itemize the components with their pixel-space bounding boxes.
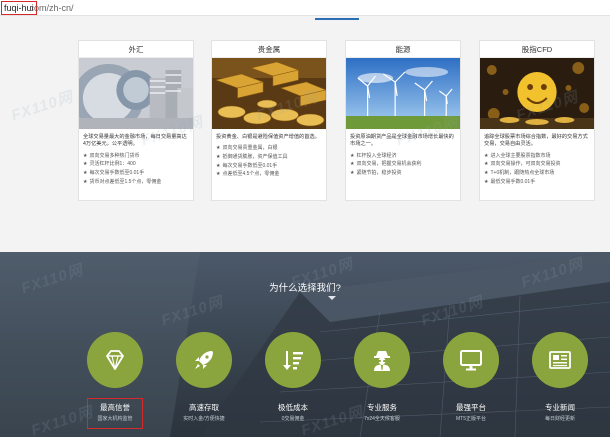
star-icon: ★ [350, 161, 355, 168]
feature-subtitle: 每日财经更新 [544, 416, 575, 422]
feature-fast-deposit[interactable]: 高速存取 实时入金/方便快捷 [169, 332, 239, 422]
star-icon: ★ [484, 161, 489, 168]
feature-icon-circle [87, 332, 143, 388]
list-item: ★ 抵御通货膨胀，资产保值工具 [216, 154, 288, 160]
card-features: ★ 进入全球主要股票指数市场 ★ 双向交易操作，可双向交易投资 ★ T+0机制，跟随热… [480, 151, 594, 187]
feature-strongest-platform[interactable]: 最强平台 MT5正版平台 [436, 332, 506, 422]
feature-title: 极低成本 [278, 403, 308, 412]
feature-title: 专业新闻 [545, 403, 575, 412]
list-item: ★ 紧随节拍，稳步投资 [350, 170, 402, 176]
feature-icon-circle [265, 332, 321, 388]
card-title: 贵金属 [212, 41, 326, 58]
list-item: ★ 双向交易多种热门货币 [83, 152, 140, 159]
star-icon: ★ [484, 178, 489, 185]
star-icon: ★ [216, 171, 221, 178]
feature-icon-circle [532, 332, 588, 388]
star-icon: ★ [350, 152, 355, 159]
list-item: ★ 双向交易，把握交易机会获利 [350, 161, 422, 168]
star-icon: ★ [216, 154, 221, 160]
feature-professional-news[interactable]: 专业新闻 每日财经更新 [525, 332, 595, 422]
address-bar[interactable]: fuqi-hui .com/zh-cn/ [0, 0, 610, 16]
feature-title: 最强平台 [456, 403, 486, 412]
list-item: ★ 每次交易手数低至0.01手 [216, 162, 278, 169]
list-item: ★ T+0机制，跟随热点全球市场 [484, 170, 555, 176]
star-icon: ★ [216, 162, 221, 169]
star-icon: ★ [484, 152, 489, 159]
list-item: ★ 双向交易贵重金属，白银 [216, 145, 278, 152]
nav-active-underline [315, 18, 359, 20]
card-features: ★ 杠杆投入全球经济 ★ 双向交易，把握交易机会获利 ★ 紧随节拍，稳步投资 [346, 151, 460, 179]
feature-icon-circle [354, 332, 410, 388]
feature-icon-circle [176, 332, 232, 388]
list-item: ★ 每次交易手数低至0.01手 [83, 170, 145, 176]
annotation-highlight-box [87, 398, 143, 429]
list-item: ★ 点差低至4.5个点，零佣金 [216, 171, 280, 178]
list-item: ★ 最低交易手数0.01手 [484, 178, 536, 185]
list-item: ★ 进入全球主要股票指数市场 [484, 152, 551, 159]
list-item: ★ 灵活杠杆比例1：400 [83, 161, 136, 168]
card-features: ★ 双向交易贵重金属，白银 ★ 抵御通货膨胀，资产保值工具 ★ 每次交易手数低至0.0… [212, 143, 326, 179]
agent-icon [374, 351, 390, 371]
diamond-icon [106, 350, 124, 370]
star-icon: ★ [83, 152, 88, 159]
newspaper-icon [549, 351, 571, 369]
card-title: 能源 [346, 41, 460, 58]
list-item: ★ 杠杆投入全球经济 [350, 152, 397, 159]
card-features: ★ 双向交易多种热门货币 ★ 灵活杠杆比例1：400 ★ 每次交易手数低至0.01手 … [79, 151, 193, 187]
star-icon: ★ [83, 178, 88, 185]
star-icon: ★ [484, 170, 489, 176]
star-icon: ★ [350, 170, 355, 176]
monitor-icon [460, 350, 482, 371]
feature-subtitle: MT5正版平台 [455, 416, 486, 422]
url-path: .com/zh-cn/ [27, 3, 74, 13]
star-icon: ★ [83, 161, 88, 168]
product-card-index-cfd[interactable]: 股指CFD 追踪全球股票市场综合指数，最好的交易方式交易，交易自由灵活。 ★ 进入… [479, 40, 595, 201]
rocket-icon [195, 351, 213, 369]
list-item: ★ 货币对点差低至1.5个点，零佣金 [83, 178, 162, 185]
card-description: 投资黄金、白银是避险保值资产增值的首选。 [216, 134, 320, 140]
feature-subtitle: 实时入金/方便快捷 [183, 416, 225, 422]
card-title: 股指CFD [480, 41, 594, 58]
card-title: 外汇 [79, 41, 193, 58]
title-caret [328, 296, 336, 300]
card-description: 追踪全球股票市场综合指数，最好的交易方式交易，交易自由灵活。 [484, 134, 588, 148]
feature-icon-circle [443, 332, 499, 388]
star-icon: ★ [83, 170, 88, 176]
sort-down-icon [283, 351, 303, 370]
star-icon: ★ [216, 145, 221, 152]
feature-title: 高速存取 [189, 403, 219, 412]
list-item: ★ 双向交易操作，可双向交易投资 [484, 161, 561, 168]
feature-low-cost[interactable]: 极低成本 0交易佣金 [258, 332, 328, 422]
